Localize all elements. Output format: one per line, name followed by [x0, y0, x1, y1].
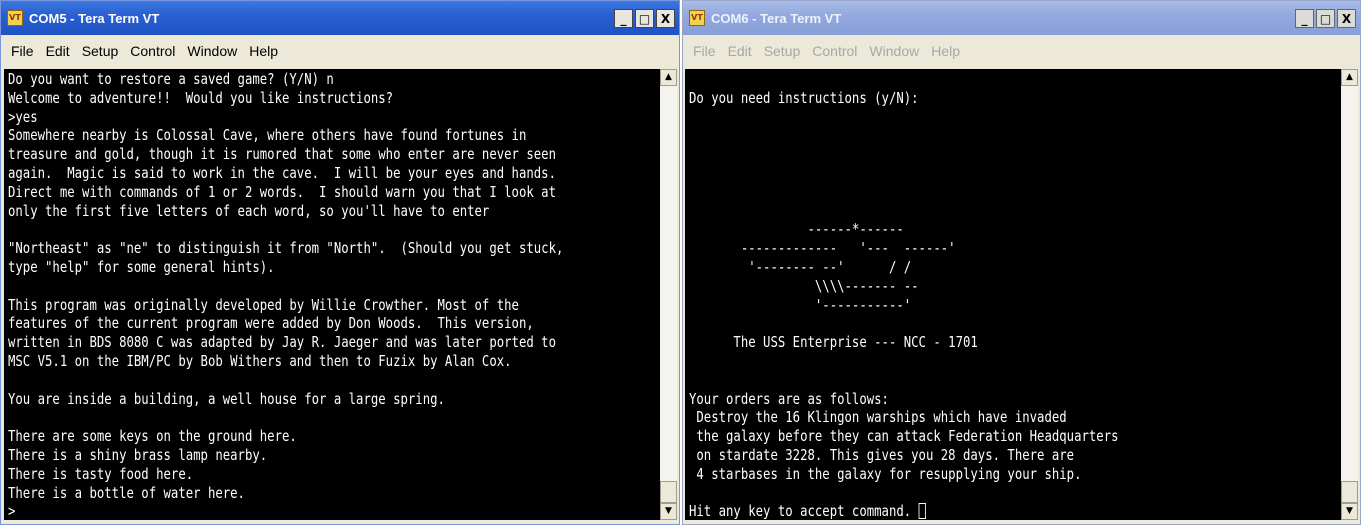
- window-controls: _ □ X: [614, 9, 675, 28]
- com5-terminal-window: VT COM5 - Tera Term VT _ □ X File Edit S…: [0, 0, 680, 525]
- terminal-screen[interactable]: Do you need instructions (y/N): ------*-…: [685, 69, 1341, 520]
- maximize-button[interactable]: □: [635, 9, 654, 28]
- terminal-line: treasure and gold, though it is rumored …: [8, 145, 556, 164]
- terminal-line: type "help" for some general hints).: [8, 258, 275, 276]
- scroll-up-arrow-icon[interactable]: ▲: [1341, 69, 1358, 86]
- terminal-line: the galaxy before they can attack Federa…: [689, 427, 1119, 446]
- window-title: COM6 - Tera Term VT: [711, 10, 842, 26]
- terminal-line: \\\\------- --: [689, 276, 919, 295]
- menu-edit[interactable]: Edit: [46, 43, 70, 59]
- menu-window[interactable]: Window: [187, 43, 237, 59]
- terminal-line: only the first five letters of each word…: [8, 201, 490, 220]
- maximize-button[interactable]: □: [1316, 9, 1335, 28]
- vertical-scrollbar[interactable]: ▲ ▼: [660, 69, 677, 520]
- scroll-down-arrow-icon[interactable]: ▼: [660, 503, 677, 520]
- terminal-line: ------*------: [689, 220, 904, 239]
- vertical-scrollbar[interactable]: ▲ ▼: [1341, 69, 1358, 520]
- menu-control[interactable]: Control: [812, 43, 857, 59]
- terminal-line: on stardate 3228. This gives you 28 days…: [689, 446, 1075, 464]
- terminal-line: Your orders are as follows:: [689, 389, 889, 408]
- menu-file[interactable]: File: [693, 43, 716, 59]
- terminal-line: again. Magic is said to work in the cave…: [8, 164, 556, 182]
- terminal-line: Welcome to adventure!! Would you like in…: [8, 88, 394, 107]
- window-title: COM5 - Tera Term VT: [29, 10, 160, 26]
- terminal-line: >yes: [8, 107, 38, 126]
- menu-help[interactable]: Help: [249, 43, 278, 59]
- tera-term-app-icon[interactable]: VT: [689, 10, 705, 26]
- text-cursor: [918, 503, 926, 520]
- terminal-line: >: [8, 502, 16, 520]
- terminal-line: There are some keys on the ground here.: [8, 427, 297, 446]
- terminal-line: You are inside a building, a well house …: [8, 389, 445, 408]
- menu-bar: File Edit Setup Control Window Help: [683, 35, 1360, 67]
- menu-edit[interactable]: Edit: [728, 43, 752, 59]
- scroll-up-arrow-icon[interactable]: ▲: [660, 69, 677, 86]
- terminal-line: features of the current program were add…: [8, 314, 534, 333]
- menu-setup[interactable]: Setup: [82, 43, 119, 59]
- terminal-line: written in BDS 8080 C was adapted by Jay…: [8, 333, 556, 352]
- terminal-line: MSC V5.1 on the IBM/PC by Bob Withers an…: [8, 352, 512, 370]
- terminal-line: There is a shiny brass lamp nearby.: [8, 446, 268, 464]
- title-bar[interactable]: VT COM5 - Tera Term VT _ □ X: [1, 1, 679, 35]
- terminal-line: The USS Enterprise --- NCC - 1701: [689, 333, 978, 352]
- terminal-line: There is a bottle of water here.: [8, 483, 245, 502]
- menu-setup[interactable]: Setup: [764, 43, 801, 59]
- terminal-line: Do you need instructions (y/N):: [689, 88, 919, 107]
- menu-help[interactable]: Help: [931, 43, 960, 59]
- minimize-button[interactable]: _: [614, 9, 633, 28]
- scroll-thumb[interactable]: [660, 481, 677, 503]
- terminal-line: Destroy the 16 Klingon warships which ha…: [689, 408, 1067, 427]
- menu-control[interactable]: Control: [130, 43, 175, 59]
- close-button[interactable]: X: [656, 9, 675, 28]
- title-bar[interactable]: VT COM6 - Tera Term VT _ □ X: [683, 1, 1360, 35]
- minimize-button[interactable]: _: [1295, 9, 1314, 28]
- terminal-line: Do you want to restore a saved game? (Y/…: [8, 70, 334, 88]
- menu-window[interactable]: Window: [869, 43, 919, 59]
- menu-file[interactable]: File: [11, 43, 34, 59]
- window-controls: _ □ X: [1295, 9, 1356, 28]
- terminal-line: '-----------': [689, 295, 912, 314]
- terminal-screen[interactable]: Do you want to restore a saved game? (Y/…: [4, 69, 660, 520]
- terminal-line: This program was originally developed by…: [8, 295, 519, 314]
- terminal-line: 4 starbases in the galaxy for resupplyin…: [689, 464, 1082, 483]
- scroll-down-arrow-icon[interactable]: ▼: [1341, 503, 1358, 520]
- terminal-line: Direct me with commands of 1 or 2 words.…: [8, 182, 556, 201]
- com6-terminal-window: VT COM6 - Tera Term VT _ □ X File Edit S…: [682, 0, 1361, 525]
- menu-bar: File Edit Setup Control Window Help: [1, 35, 679, 67]
- scroll-thumb[interactable]: [1341, 481, 1358, 503]
- terminal-line: "Northeast" as "ne" to distinguish it fr…: [8, 239, 564, 258]
- terminal-line: '-------- --' / /: [689, 258, 912, 276]
- close-button[interactable]: X: [1337, 9, 1356, 28]
- terminal-line: Somewhere nearby is Colossal Cave, where…: [8, 126, 527, 145]
- tera-term-app-icon[interactable]: VT: [7, 10, 23, 26]
- terminal-line: ------------- '--- ------': [689, 239, 956, 258]
- terminal-line: Hit any key to accept command.: [689, 502, 926, 520]
- terminal-line: There is tasty food here.: [8, 464, 194, 483]
